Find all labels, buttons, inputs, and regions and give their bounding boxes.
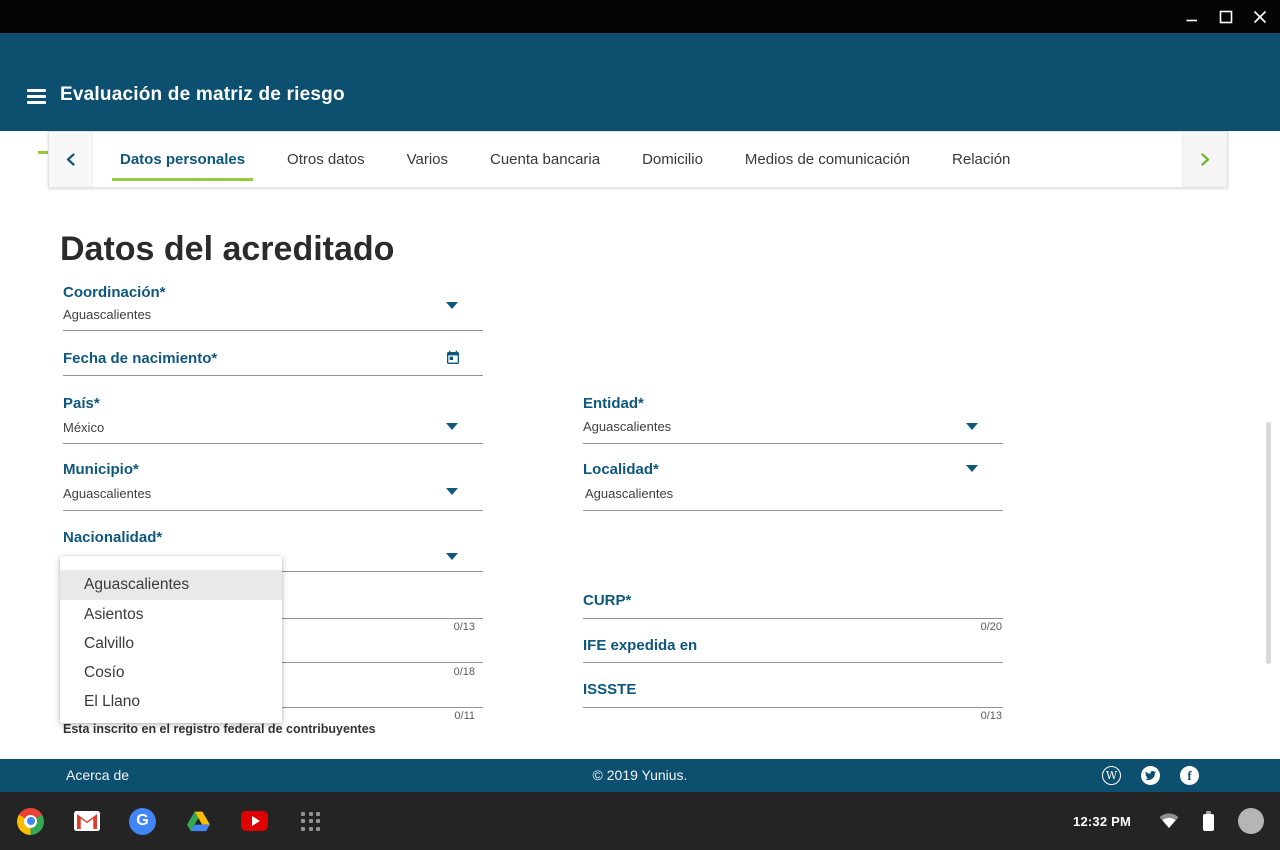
- tab-medios-comunicacion[interactable]: Medios de comunicación: [724, 132, 931, 187]
- nacionalidad-caret-down-icon[interactable]: [446, 553, 458, 560]
- tab-otros-datos[interactable]: Otros datos: [266, 132, 386, 187]
- taskbar-apps: G: [17, 792, 324, 850]
- wifi-icon[interactable]: [1159, 813, 1179, 829]
- social-links: W f: [1102, 766, 1199, 785]
- pais-caret-down-icon[interactable]: [446, 423, 458, 430]
- municipio-select-value[interactable]: Aguascalientes: [63, 486, 151, 501]
- window-titlebar: [0, 0, 1280, 33]
- entidad-select-value[interactable]: Aguascalientes: [583, 419, 671, 434]
- nacionalidad-dropdown-menu: Aguascalientes Asientos Calvillo Cosío E…: [60, 556, 282, 723]
- chevron-left-icon: [66, 153, 75, 166]
- page-footer: Acerca de © 2019 Yunius. W f: [0, 759, 1280, 792]
- curp-label: CURP*: [583, 592, 631, 609]
- maximize-button[interactable]: [1218, 9, 1234, 25]
- issste-label: ISSSTE: [583, 681, 636, 698]
- municipio-underline: [63, 510, 483, 511]
- dropdown-option[interactable]: El Llano: [60, 687, 282, 716]
- close-button[interactable]: [1252, 9, 1268, 25]
- youtube-icon[interactable]: [241, 808, 268, 835]
- localidad-select-value[interactable]: Aguascalientes: [585, 486, 673, 501]
- taskbar: G 12:32 PM: [0, 792, 1280, 850]
- maximize-icon: [1219, 10, 1233, 24]
- coordinacion-underline: [63, 330, 483, 331]
- twitter-icon[interactable]: [1141, 766, 1160, 785]
- coordinacion-label: Coordinación*: [63, 284, 166, 301]
- curp-input[interactable]: [583, 618, 1003, 619]
- app-header: Evaluación de matriz de riesgo Operación…: [0, 33, 1280, 131]
- tab-varios[interactable]: Varios: [386, 132, 469, 187]
- tab-cuenta-bancaria[interactable]: Cuenta bancaria: [469, 132, 621, 187]
- app-title: Evaluación de matriz de riesgo: [60, 84, 345, 106]
- municipio-caret-down-icon[interactable]: [446, 488, 458, 495]
- drive-icon[interactable]: [185, 808, 212, 835]
- clock[interactable]: 12:32 PM: [1073, 814, 1131, 829]
- chevron-right-icon: [1201, 153, 1210, 166]
- avatar[interactable]: [1238, 808, 1264, 834]
- copyright-text: © 2019 Yunius.: [593, 767, 688, 783]
- pais-label: País*: [63, 395, 100, 412]
- wordpress-icon[interactable]: W: [1102, 766, 1121, 785]
- coordinacion-select-value[interactable]: Aguascalientes: [63, 307, 151, 322]
- ife-label: IFE expedida en: [583, 637, 697, 654]
- tabs: Datos personales Otros datos Varios Cuen…: [99, 132, 1031, 187]
- fecha-nacimiento-label: Fecha de nacimiento*: [63, 350, 217, 367]
- battery-icon[interactable]: [1203, 811, 1214, 831]
- entidad-caret-down-icon[interactable]: [966, 423, 978, 430]
- minimize-button[interactable]: [1184, 9, 1200, 25]
- tabs-scroll-left-button[interactable]: [49, 132, 93, 187]
- localidad-underline: [583, 510, 1003, 511]
- tab-domicilio[interactable]: Domicilio: [621, 132, 724, 187]
- issste-input[interactable]: [583, 707, 1003, 708]
- gmail-icon[interactable]: [73, 808, 100, 835]
- dropdown-option[interactable]: Aguascalientes: [60, 570, 282, 600]
- curp-counter: 0/20: [583, 621, 1003, 633]
- page-scrollbar[interactable]: [1266, 422, 1271, 664]
- app-launcher-icon[interactable]: [297, 808, 324, 835]
- coordinacion-caret-down-icon[interactable]: [446, 302, 458, 309]
- about-link[interactable]: Acerca de: [66, 767, 129, 783]
- screen: Evaluación de matriz de riesgo Operación…: [0, 0, 1280, 850]
- dropdown-option[interactable]: Cosío: [60, 658, 282, 687]
- pais-underline: [63, 443, 483, 444]
- rfc-note: Esta inscrito en el registro federal de …: [63, 722, 376, 736]
- issste-counter: 0/13: [583, 710, 1003, 722]
- pais-select-value[interactable]: México: [63, 420, 104, 435]
- section-tabbar: Datos personales Otros datos Varios Cuen…: [48, 131, 1228, 188]
- dropdown-option[interactable]: Calvillo: [60, 629, 282, 658]
- page-title: Datos del acreditado: [60, 230, 394, 269]
- tabs-scroll-right-button[interactable]: [1182, 132, 1227, 187]
- menu-icon[interactable]: [27, 89, 46, 104]
- window-controls: [1184, 0, 1268, 33]
- tab-datos-personales[interactable]: Datos personales: [99, 132, 266, 187]
- google-icon[interactable]: G: [129, 808, 156, 835]
- entidad-underline: [583, 443, 1003, 444]
- minimize-icon: [1185, 10, 1199, 24]
- chrome-icon[interactable]: [17, 808, 44, 835]
- dropdown-option[interactable]: Asientos: [60, 600, 282, 629]
- nacionalidad-label: Nacionalidad*: [63, 529, 162, 546]
- calendar-icon[interactable]: [445, 350, 461, 366]
- taskbar-status[interactable]: 12:32 PM: [1073, 792, 1280, 850]
- fecha-nacimiento-input[interactable]: [63, 375, 483, 376]
- localidad-label: Localidad*: [583, 461, 659, 478]
- facebook-icon[interactable]: f: [1180, 766, 1199, 785]
- ife-input[interactable]: [583, 662, 1003, 663]
- tab-relacion[interactable]: Relación: [931, 132, 1031, 187]
- close-icon: [1253, 10, 1267, 24]
- entidad-label: Entidad*: [583, 395, 644, 412]
- localidad-caret-down-icon[interactable]: [966, 465, 978, 472]
- municipio-label: Municipio*: [63, 461, 139, 478]
